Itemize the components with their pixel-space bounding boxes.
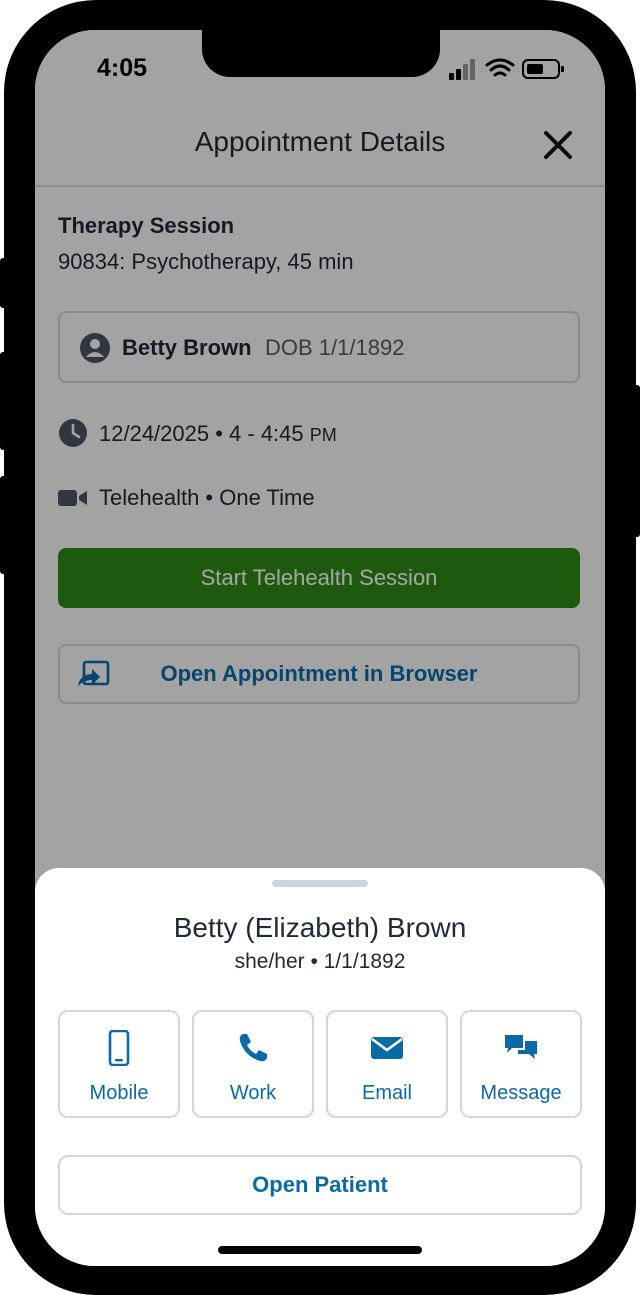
contact-mobile-button[interactable]: Mobile xyxy=(58,1010,180,1118)
contact-message-button[interactable]: Message xyxy=(460,1010,582,1118)
side-button-volume-down xyxy=(0,476,8,574)
mobile-phone-icon xyxy=(108,1030,130,1066)
device-notch xyxy=(202,30,440,77)
screen: 4:05 Appointment Details Therapy Session… xyxy=(35,30,605,1266)
chat-bubbles-icon xyxy=(505,1035,537,1059)
contact-message-label: Message xyxy=(480,1082,562,1104)
contact-work-label: Work xyxy=(229,1082,277,1104)
contact-mobile-label: Mobile xyxy=(89,1082,149,1104)
contact-email-button[interactable]: Email xyxy=(326,1010,448,1118)
home-indicator[interactable] xyxy=(218,1246,422,1254)
phone-icon xyxy=(239,1034,267,1062)
sheet-drag-handle[interactable] xyxy=(272,880,368,887)
open-patient-label: Open Patient xyxy=(252,1172,388,1197)
contact-email-label: Email xyxy=(361,1082,412,1104)
sheet-patient-pronouns-dob: she/her • 1/1/1892 xyxy=(234,950,406,973)
side-button-volume-up xyxy=(0,352,8,450)
patient-bottom-sheet: Betty (Elizabeth) Brown she/her • 1/1/18… xyxy=(35,868,605,1266)
envelope-icon xyxy=(371,1037,403,1059)
side-button-silent xyxy=(0,258,8,308)
contact-work-button[interactable]: Work xyxy=(192,1010,314,1118)
side-button-power xyxy=(632,385,640,537)
sheet-patient-name: Betty (Elizabeth) Brown xyxy=(173,912,467,943)
open-patient-button[interactable]: Open Patient xyxy=(58,1155,582,1215)
